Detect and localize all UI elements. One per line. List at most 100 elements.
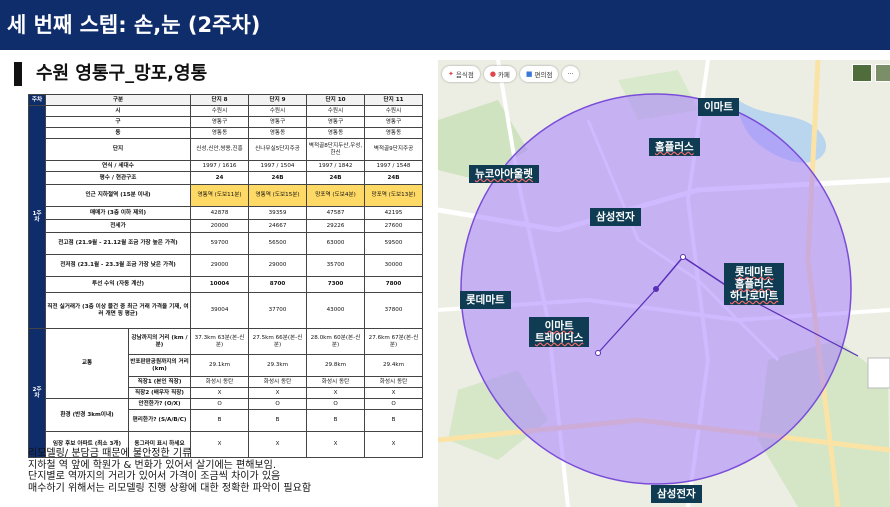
table-cell: 24B <box>248 171 308 185</box>
label-text: 하나로마트 <box>730 290 779 302</box>
table-cell: 63000 <box>306 232 366 255</box>
table-cell: 43000 <box>306 292 366 329</box>
table-cell: 56500 <box>248 232 308 255</box>
table-cell: B <box>190 409 250 432</box>
table-cell: 47587 <box>306 206 366 220</box>
row-label: 매매가 (3층 이하 제외) <box>44 206 192 220</box>
table-row: 직전 실거래가 (3층 이상 물건 중 최근 거래 가격을 기재, 여러 개면 … <box>29 292 424 329</box>
table-cell: 벽적골9단지주공 <box>364 138 424 161</box>
chip-label: 음식점 <box>455 71 474 79</box>
table-cell: 수원시 <box>248 105 308 117</box>
table-row: 환경 (반경 3km이내) 안전한가? (O/X) O O O O <box>29 398 424 432</box>
table-cell: B <box>248 409 308 432</box>
note-line: 단지별로 역까지의 거리가 있어서 가격이 조금씩 차이가 있음 <box>28 471 281 483</box>
table-cell: 59700 <box>190 232 250 255</box>
satellite-layer-thumb[interactable] <box>852 64 872 82</box>
map-label-samsung-bottom: 삼성전자 <box>651 485 702 503</box>
chip-more[interactable]: ··· <box>562 66 579 82</box>
table-cell-highlight: 영통역 (도보11분) <box>190 184 250 207</box>
table-row: 연식 / 세대수 1997 / 1616 1997 / 1504 1997 / … <box>29 160 424 172</box>
table-cell: 59500 <box>364 232 424 255</box>
label-text: 롯데마트 <box>734 266 774 278</box>
chip-cafe[interactable]: ● 카페 <box>483 66 516 82</box>
label-text: 삼성전자 <box>596 211 635 223</box>
table-cell: O <box>364 398 424 410</box>
table-cell: 20000 <box>190 219 250 233</box>
map-label-lottemart: 롯데마트 <box>460 291 511 309</box>
header-complex-10: 단지 10 <box>306 94 366 106</box>
table-row: 단지 신성,신안,쌍용,진흥 신나무실5단지주공 벽적골8단지두산,우성,한신 … <box>29 138 424 161</box>
table-cell-highlight: 망포역 (도보13분) <box>364 184 424 207</box>
note-line: 지하철 역 앞에 학원가 & 번화가 있어서 살기에는 편해보임. <box>28 459 277 471</box>
label-text: 홈플러스 <box>734 278 774 290</box>
table-cell: 37800 <box>364 292 424 329</box>
row-label: 직전 실거래가 (3층 이상 물건 중 최근 거래 가격을 기재, 여러 개면 … <box>44 292 192 329</box>
table-cell: 영통구 <box>364 116 424 128</box>
table-cell: 1997 / 1842 <box>306 160 366 172</box>
table-cell: 27600 <box>364 219 424 233</box>
comparison-table: 주차 구분 단지 8 단지 9 단지 10 단지 11 1주차 시 수원시 수원… <box>28 94 424 458</box>
table-cell: X <box>306 387 366 399</box>
table-cell: 1997 / 1504 <box>248 160 308 172</box>
table-cell: 수원시 <box>306 105 366 117</box>
table-row: 2주차 교통 강남까지의 거리 (km / 분) 37.3km 63분(본-신분… <box>28 328 424 458</box>
table-row: 1주차 시 수원시 수원시 수원시 수원시 <box>28 105 424 329</box>
map-layer-thumbs <box>852 64 890 82</box>
header-complex-11: 단지 11 <box>364 94 424 106</box>
table-cell: 영통동 <box>364 127 424 139</box>
map-label-newcore-outlet: 뉴코아아울렛 <box>469 165 539 183</box>
table-cell: X <box>306 431 366 458</box>
page-banner: 세 번째 스텝: 손,눈 (2주차) <box>0 0 890 50</box>
chip-restaurant[interactable]: ✦ 음식점 <box>442 66 480 82</box>
header-week: 주차 <box>28 94 46 106</box>
table-cell: 27.5km 66분(본-신분) <box>248 328 308 355</box>
row-label: 직장1 (본인 직장) <box>127 376 192 388</box>
label-text: 롯데마트 <box>466 294 505 306</box>
notes: 리모델링/ 분담금 때문에 불안정한 기류 지하철 역 앞에 학원가 & 번화가… <box>28 448 311 494</box>
table-cell: 42195 <box>364 206 424 220</box>
header-complex-8: 단지 8 <box>190 94 250 106</box>
map-canvas <box>438 60 890 507</box>
table-cell: 벽적골8단지두산,우성,한신 <box>306 138 366 161</box>
table-cell: 1997 / 1548 <box>364 160 424 172</box>
table-cell: X <box>248 387 308 399</box>
table-row: 매매가 (3층 이하 제외) 42878 39359 47587 42195 <box>29 206 424 220</box>
fork-knife-icon: ✦ <box>448 70 454 78</box>
row-label: 인근 지하철역 (15분 이내) <box>44 184 192 207</box>
table-cell: 24B <box>364 171 424 185</box>
table-cell: 37.3km 63분(본-신분) <box>190 328 250 355</box>
table-row: 동 영통동 영통동 영통동 영통동 <box>29 127 424 139</box>
row-label: 평수 / 현관구조 <box>44 171 192 185</box>
table-cell: O <box>248 398 308 410</box>
row-label: 구 <box>44 116 192 128</box>
table-cell: O <box>190 398 250 410</box>
row-label: 강남까지의 거리 (km / 분) <box>127 328 192 355</box>
row-label: 투선 수익 (자동 계산) <box>44 276 192 293</box>
table-cell: 37700 <box>248 292 308 329</box>
group-label-environment: 환경 (반경 3km이내) <box>45 398 129 432</box>
table-cell: 신성,신안,쌍용,진흥 <box>190 138 250 161</box>
label-text: 이마트 <box>544 320 574 332</box>
table-cell: 수원시 <box>190 105 250 117</box>
table-cell: 29.4km <box>364 354 424 377</box>
terrain-layer-thumb[interactable] <box>875 64 890 82</box>
label-text: 트레이더스 <box>535 332 584 344</box>
table-cell: 화성시 동탄 <box>248 376 308 388</box>
subtitle: 수원 영통구_망포,영통 <box>36 63 208 84</box>
table-cell-highlight: 망포역 (도보4분) <box>306 184 366 207</box>
chip-label: ··· <box>567 70 574 78</box>
table-cell: 29000 <box>190 254 250 277</box>
map-filter-chips: ✦ 음식점 ● 카페 ■ 편의점 ··· <box>442 66 579 82</box>
table-cell: 24667 <box>248 219 308 233</box>
table-cell: 영통동 <box>306 127 366 139</box>
note-line: 매수하기 위해서는 리모델링 진행 상황에 대한 정확한 파악이 필요함 <box>28 482 312 494</box>
table-cell: 영통동 <box>248 127 308 139</box>
table-cell: 27.6km 67분(본-신분) <box>364 328 424 355</box>
table-cell: 24B <box>306 171 366 185</box>
table-row: 평수 / 현관구조 24 24B 24B 24B <box>29 171 424 185</box>
table-cell: 화성시 동탄 <box>364 376 424 388</box>
map-view[interactable]: ✦ 음식점 ● 카페 ■ 편의점 ··· 이마트 홈플러스 뉴코아아울렛 삼성전자 롯… <box>438 60 890 507</box>
chip-convenience-store[interactable]: ■ 편의점 <box>519 66 559 82</box>
table-cell: 28.0km 60분(본-신분) <box>306 328 366 355</box>
row-label: 전저점 (23.1월 - 23.3월 조금 가장 낮은 가격) <box>44 254 192 277</box>
